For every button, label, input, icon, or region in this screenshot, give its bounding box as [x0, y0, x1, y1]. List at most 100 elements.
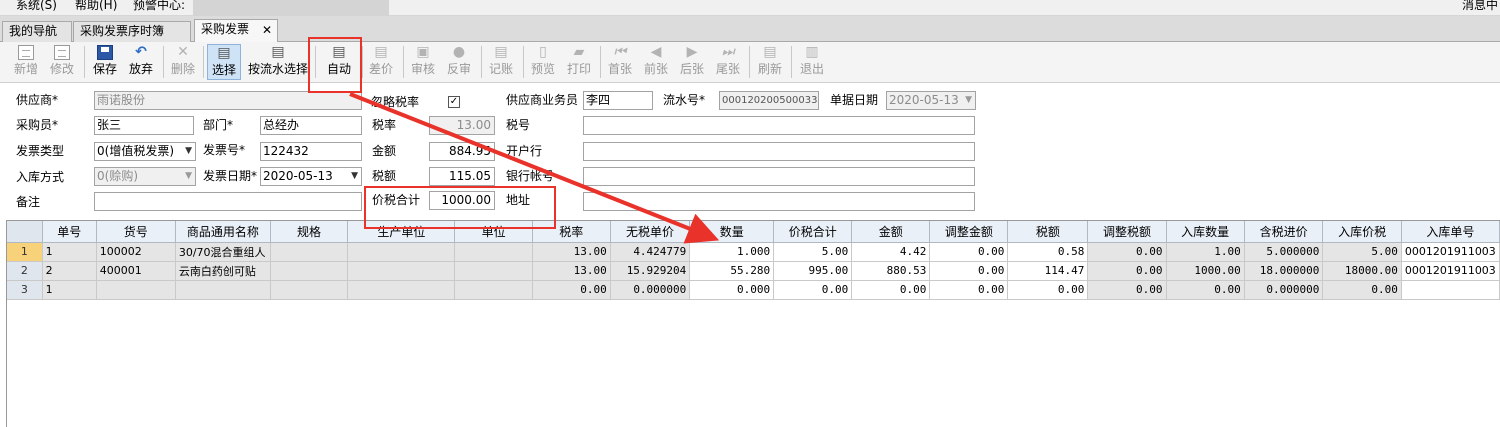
doc-date-picker[interactable]: 2020-05-13 — [886, 91, 976, 110]
first-button[interactable]: ⏮ 首张 — [604, 44, 636, 80]
column-header[interactable]: 生产单位 — [347, 221, 456, 243]
table-row[interactable]: 2 2 400001 云南白药创可贴 13.00 15.929204 55.280 995.0… — [7, 261, 1500, 281]
column-header[interactable]: 货号 — [96, 221, 176, 243]
table-cell[interactable] — [454, 280, 533, 300]
preview-button[interactable]: ▯ 预览 — [527, 44, 559, 80]
table-cell[interactable]: 0.00 — [1087, 280, 1167, 300]
tab-purchase-invoice[interactable]: 采购发票 ✕ — [194, 19, 278, 43]
address-field[interactable] — [583, 192, 975, 211]
column-header[interactable]: 单位 — [454, 221, 533, 243]
table-cell[interactable]: 1000.00 — [1166, 261, 1245, 281]
table-cell[interactable] — [347, 242, 456, 262]
stock-in-select[interactable]: 0(赊购) — [94, 167, 196, 186]
table-cell[interactable] — [454, 261, 533, 281]
bank-field[interactable] — [583, 142, 975, 161]
table-cell[interactable]: 0.58 — [1007, 242, 1089, 262]
select-button[interactable]: ▤ 选择 — [207, 44, 241, 80]
column-header[interactable]: 规格 — [270, 221, 349, 243]
tax-amount-field[interactable]: 115.05 — [429, 167, 495, 186]
column-header[interactable]: 税额 — [1007, 221, 1089, 243]
exit-button[interactable]: ▥ 退出 — [796, 44, 828, 80]
column-header[interactable]: 单号 — [42, 221, 97, 243]
table-cell[interactable]: 0001201911003 — [1401, 261, 1500, 281]
new-button[interactable]: 新增 — [10, 44, 42, 80]
invoice-type-select[interactable]: 0(增值税发票) — [94, 142, 196, 161]
table-cell[interactable]: 100002 — [96, 242, 176, 262]
table-cell[interactable]: 30/70混合重组人 — [175, 242, 271, 262]
invoice-no-field[interactable]: 122432 — [260, 142, 362, 161]
table-cell[interactable] — [270, 261, 349, 281]
table-cell[interactable] — [175, 280, 271, 300]
column-header[interactable]: 调整金额 — [929, 221, 1009, 243]
table-cell[interactable] — [270, 242, 349, 262]
table-cell[interactable]: 4.424779 — [610, 242, 691, 262]
invoice-date-picker[interactable]: 2020-05-13 — [260, 167, 362, 186]
serial-field[interactable]: 000120200500033 — [719, 91, 819, 110]
column-header[interactable]: 入库价税 — [1322, 221, 1402, 243]
column-header[interactable]: 入库数量 — [1166, 221, 1245, 243]
menu-alert-center[interactable]: 预警中心: — [133, 0, 185, 13]
table-cell[interactable]: 0.00 — [851, 280, 931, 300]
menu-message-center[interactable]: 消息中 — [1462, 0, 1498, 13]
row-number[interactable]: 3 — [7, 280, 43, 300]
table-row[interactable]: 3 1 0.00 0.000000 0.000 0.00 0.00 0.00 0.00 0.00 0… — [7, 280, 1500, 300]
column-header[interactable]: 税率 — [532, 221, 611, 243]
table-cell[interactable]: 0.00 — [1007, 280, 1089, 300]
review-button[interactable]: ▣ 审核 — [407, 44, 439, 80]
remark-field[interactable] — [94, 192, 362, 211]
column-header[interactable]: 价税合计 — [773, 221, 853, 243]
print-button[interactable]: ▰ 打印 — [563, 44, 595, 80]
grid-corner[interactable] — [7, 221, 43, 243]
auto-button[interactable]: ▤ 自动 — [322, 44, 356, 80]
unreview-button[interactable]: ● 反审 — [443, 44, 475, 80]
column-header[interactable]: 入库单号 — [1401, 221, 1500, 243]
table-cell[interactable]: 400001 — [96, 261, 176, 281]
table-cell[interactable]: 0.000 — [689, 280, 775, 300]
buyer-field[interactable]: 张三 — [94, 116, 194, 135]
menu-help[interactable]: 帮助(H) — [75, 0, 117, 13]
table-cell[interactable] — [270, 280, 349, 300]
refresh-button[interactable]: ▤ 刷新 — [754, 44, 786, 80]
table-row[interactable]: 1 1 100002 30/70混合重组人 13.00 4.424779 1.000 5.00… — [7, 242, 1500, 262]
table-cell[interactable]: 0.00 — [929, 261, 1009, 281]
table-cell[interactable]: 0.000000 — [1244, 280, 1324, 300]
table-cell[interactable]: 18.000000 — [1244, 261, 1324, 281]
column-header[interactable]: 无税单价 — [610, 221, 691, 243]
table-cell[interactable]: 18000.00 — [1322, 261, 1402, 281]
table-cell[interactable] — [347, 280, 456, 300]
close-tab-icon[interactable]: ✕ — [262, 21, 272, 40]
table-cell[interactable]: 1 — [42, 242, 97, 262]
table-cell[interactable]: 15.929204 — [610, 261, 691, 281]
total-field[interactable]: 1000.00 — [429, 191, 495, 210]
table-cell[interactable]: 1 — [42, 280, 97, 300]
dept-field[interactable]: 总经办 — [260, 116, 362, 135]
table-cell[interactable]: 114.47 — [1007, 261, 1089, 281]
table-cell[interactable]: 0.00 — [929, 280, 1009, 300]
tax-rate-field[interactable]: 13.00 — [429, 116, 495, 135]
supplier-field[interactable]: 雨诺股份 — [94, 91, 362, 110]
column-header[interactable]: 调整税额 — [1087, 221, 1167, 243]
table-cell[interactable] — [1401, 280, 1500, 300]
column-header[interactable]: 含税进价 — [1244, 221, 1324, 243]
next-button[interactable]: ▶ 后张 — [676, 44, 708, 80]
row-number[interactable]: 2 — [7, 261, 43, 281]
tax-no-field[interactable] — [583, 116, 975, 135]
table-cell[interactable] — [347, 261, 456, 281]
save-button[interactable]: 保存 — [89, 44, 121, 80]
menu-system[interactable]: 系统(S) — [16, 0, 57, 13]
table-cell[interactable]: 995.00 — [773, 261, 853, 281]
amount-field[interactable]: 884.95 — [429, 142, 495, 161]
prev-button[interactable]: ◀ 前张 — [640, 44, 672, 80]
select-by-serial-button[interactable]: ▤ 按流水选择 — [246, 44, 310, 80]
table-cell[interactable]: 5.000000 — [1244, 242, 1324, 262]
table-cell[interactable]: 0.00 — [1087, 242, 1167, 262]
table-cell[interactable] — [96, 280, 176, 300]
table-cell[interactable]: 0.00 — [532, 280, 611, 300]
table-cell[interactable]: 云南白药创可贴 — [175, 261, 271, 281]
table-cell[interactable]: 13.00 — [532, 261, 611, 281]
table-cell[interactable]: 880.53 — [851, 261, 931, 281]
table-cell[interactable]: 13.00 — [532, 242, 611, 262]
last-button[interactable]: ⏭ 尾张 — [712, 44, 744, 80]
table-cell[interactable]: 5.00 — [1322, 242, 1402, 262]
table-cell[interactable]: 1.000 — [689, 242, 775, 262]
